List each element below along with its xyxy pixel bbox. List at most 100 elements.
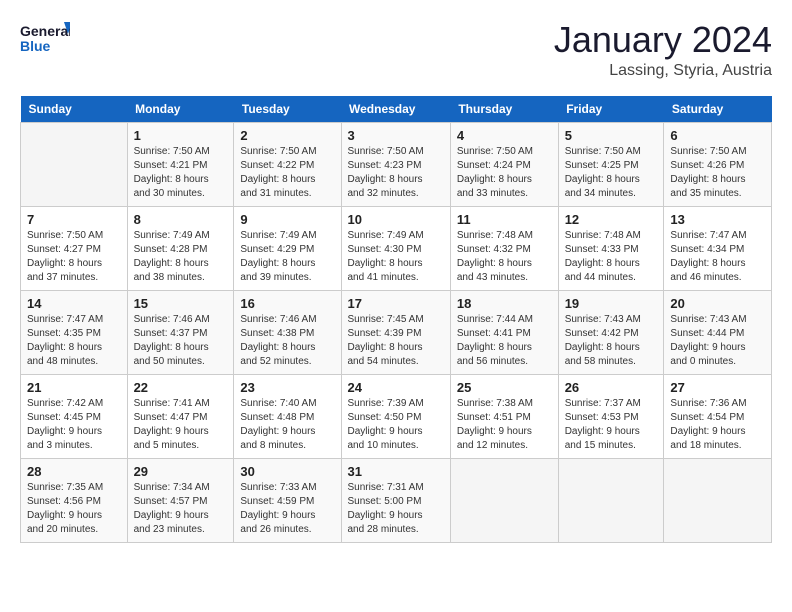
calendar-cell: 5 Sunrise: 7:50 AM Sunset: 4:25 PM Daylig… [558, 122, 664, 206]
week-row-3: 14 Sunrise: 7:47 AM Sunset: 4:35 PM Dayli… [21, 290, 772, 374]
calendar-cell: 24Sunrise: 7:39 AM Sunset: 4:50 PM Dayli… [341, 374, 450, 458]
day-number: 10 [348, 212, 444, 227]
day-number: 20 [670, 296, 765, 311]
day-number: 9 [240, 212, 334, 227]
day-number: 14 [27, 296, 121, 311]
calendar-cell: 4 Sunrise: 7:50 AM Sunset: 4:24 PM Daylig… [450, 122, 558, 206]
day-info: Sunrise: 7:45 AM Sunset: 4:39 PM Dayligh… [348, 313, 444, 369]
day-number: 26 [565, 380, 658, 395]
day-info: Sunrise: 7:46 AM Sunset: 4:37 PM Dayligh… [134, 313, 228, 369]
day-number: 16 [240, 296, 334, 311]
day-number: 3 [348, 128, 444, 143]
calendar-cell: 31 Sunrise: 7:31 AM Sunset: 5:00 PM Dayli… [341, 458, 450, 542]
calendar-cell: 7Sunrise: 7:50 AM Sunset: 4:27 PM Daylig… [21, 206, 128, 290]
day-number: 15 [134, 296, 228, 311]
week-row-4: 21 Sunrise: 7:42 AM Sunset: 4:45 PM Dayli… [21, 374, 772, 458]
calendar-cell: 21 Sunrise: 7:42 AM Sunset: 4:45 PM Dayli… [21, 374, 128, 458]
day-number: 28 [27, 464, 121, 479]
day-number: 2 [240, 128, 334, 143]
calendar-cell: 11 Sunrise: 7:48 AM Sunset: 4:32 PM Dayli… [450, 206, 558, 290]
day-info: Sunrise: 7:49 AM Sunset: 4:28 PM Dayligh… [134, 229, 228, 285]
day-number: 8 [134, 212, 228, 227]
calendar-cell: 1Sunrise: 7:50 AM Sunset: 4:21 PM Daylig… [127, 122, 234, 206]
day-info: Sunrise: 7:43 AM Sunset: 4:44 PM Dayligh… [670, 313, 765, 369]
week-row-1: 1Sunrise: 7:50 AM Sunset: 4:21 PM Daylig… [21, 122, 772, 206]
week-row-2: 7Sunrise: 7:50 AM Sunset: 4:27 PM Daylig… [21, 206, 772, 290]
day-number: 12 [565, 212, 658, 227]
calendar-cell [664, 458, 772, 542]
day-info: Sunrise: 7:47 AM Sunset: 4:35 PM Dayligh… [27, 313, 121, 369]
day-info: Sunrise: 7:40 AM Sunset: 4:48 PM Dayligh… [240, 397, 334, 453]
logo-svg: General Blue [20, 20, 70, 58]
day-info: Sunrise: 7:50 AM Sunset: 4:23 PM Dayligh… [348, 145, 444, 201]
calendar-cell: 2Sunrise: 7:50 AM Sunset: 4:22 PM Daylig… [234, 122, 341, 206]
day-info: Sunrise: 7:48 AM Sunset: 4:32 PM Dayligh… [457, 229, 552, 285]
calendar-cell: 8 Sunrise: 7:49 AM Sunset: 4:28 PM Daylig… [127, 206, 234, 290]
day-number: 19 [565, 296, 658, 311]
calendar-cell: 26 Sunrise: 7:37 AM Sunset: 4:53 PM Dayli… [558, 374, 664, 458]
day-info: Sunrise: 7:43 AM Sunset: 4:42 PM Dayligh… [565, 313, 658, 369]
day-number: 24 [348, 380, 444, 395]
day-number: 30 [240, 464, 334, 479]
day-number: 31 [348, 464, 444, 479]
weekday-header-friday: Friday [558, 96, 664, 123]
calendar-cell: 16 Sunrise: 7:46 AM Sunset: 4:38 PM Dayli… [234, 290, 341, 374]
title-section: January 2024 Lassing, Styria, Austria [554, 20, 772, 80]
calendar-cell [21, 122, 128, 206]
day-number: 4 [457, 128, 552, 143]
day-number: 7 [27, 212, 121, 227]
day-info: Sunrise: 7:48 AM Sunset: 4:33 PM Dayligh… [565, 229, 658, 285]
day-info: Sunrise: 7:31 AM Sunset: 5:00 PM Dayligh… [348, 481, 444, 537]
day-number: 18 [457, 296, 552, 311]
svg-text:Blue: Blue [20, 38, 51, 54]
calendar-cell: 13 Sunrise: 7:47 AM Sunset: 4:34 PM Dayli… [664, 206, 772, 290]
day-info: Sunrise: 7:49 AM Sunset: 4:30 PM Dayligh… [348, 229, 444, 285]
weekday-header-monday: Monday [127, 96, 234, 123]
day-number: 23 [240, 380, 334, 395]
day-info: Sunrise: 7:50 AM Sunset: 4:24 PM Dayligh… [457, 145, 552, 201]
day-number: 21 [27, 380, 121, 395]
calendar-table: SundayMondayTuesdayWednesdayThursdayFrid… [20, 96, 772, 543]
calendar-cell: 3 Sunrise: 7:50 AM Sunset: 4:23 PM Daylig… [341, 122, 450, 206]
day-info: Sunrise: 7:50 AM Sunset: 4:21 PM Dayligh… [134, 145, 228, 201]
calendar-cell: 14 Sunrise: 7:47 AM Sunset: 4:35 PM Dayli… [21, 290, 128, 374]
day-info: Sunrise: 7:50 AM Sunset: 4:25 PM Dayligh… [565, 145, 658, 201]
day-number: 29 [134, 464, 228, 479]
calendar-cell: 23 Sunrise: 7:40 AM Sunset: 4:48 PM Dayli… [234, 374, 341, 458]
header: General Blue January 2024 Lassing, Styri… [20, 20, 772, 80]
day-info: Sunrise: 7:47 AM Sunset: 4:34 PM Dayligh… [670, 229, 765, 285]
calendar-cell: 6Sunrise: 7:50 AM Sunset: 4:26 PM Daylig… [664, 122, 772, 206]
calendar-cell: 30 Sunrise: 7:33 AM Sunset: 4:59 PM Dayli… [234, 458, 341, 542]
day-info: Sunrise: 7:50 AM Sunset: 4:26 PM Dayligh… [670, 145, 765, 201]
weekday-header-wednesday: Wednesday [341, 96, 450, 123]
calendar-cell [558, 458, 664, 542]
day-number: 25 [457, 380, 552, 395]
day-info: Sunrise: 7:42 AM Sunset: 4:45 PM Dayligh… [27, 397, 121, 453]
calendar-cell: 19 Sunrise: 7:43 AM Sunset: 4:42 PM Dayli… [558, 290, 664, 374]
day-info: Sunrise: 7:49 AM Sunset: 4:29 PM Dayligh… [240, 229, 334, 285]
weekday-header-tuesday: Tuesday [234, 96, 341, 123]
day-info: Sunrise: 7:35 AM Sunset: 4:56 PM Dayligh… [27, 481, 121, 537]
calendar-cell: 29 Sunrise: 7:34 AM Sunset: 4:57 PM Dayli… [127, 458, 234, 542]
weekday-header-thursday: Thursday [450, 96, 558, 123]
calendar-cell: 18 Sunrise: 7:44 AM Sunset: 4:41 PM Dayli… [450, 290, 558, 374]
day-info: Sunrise: 7:33 AM Sunset: 4:59 PM Dayligh… [240, 481, 334, 537]
week-row-5: 28 Sunrise: 7:35 AM Sunset: 4:56 PM Dayli… [21, 458, 772, 542]
calendar-cell: 15 Sunrise: 7:46 AM Sunset: 4:37 PM Dayli… [127, 290, 234, 374]
location-title: Lassing, Styria, Austria [554, 62, 772, 80]
weekday-header-sunday: Sunday [21, 96, 128, 123]
day-info: Sunrise: 7:44 AM Sunset: 4:41 PM Dayligh… [457, 313, 552, 369]
day-info: Sunrise: 7:37 AM Sunset: 4:53 PM Dayligh… [565, 397, 658, 453]
day-info: Sunrise: 7:46 AM Sunset: 4:38 PM Dayligh… [240, 313, 334, 369]
day-number: 13 [670, 212, 765, 227]
logo: General Blue [20, 20, 70, 58]
day-info: Sunrise: 7:34 AM Sunset: 4:57 PM Dayligh… [134, 481, 228, 537]
day-info: Sunrise: 7:36 AM Sunset: 4:54 PM Dayligh… [670, 397, 765, 453]
day-number: 11 [457, 212, 552, 227]
calendar-cell: 22Sunrise: 7:41 AM Sunset: 4:47 PM Dayli… [127, 374, 234, 458]
calendar-cell: 9 Sunrise: 7:49 AM Sunset: 4:29 PM Daylig… [234, 206, 341, 290]
calendar-cell: 27Sunrise: 7:36 AM Sunset: 4:54 PM Dayli… [664, 374, 772, 458]
calendar-cell [450, 458, 558, 542]
calendar-cell: 20 Sunrise: 7:43 AM Sunset: 4:44 PM Dayli… [664, 290, 772, 374]
day-number: 5 [565, 128, 658, 143]
